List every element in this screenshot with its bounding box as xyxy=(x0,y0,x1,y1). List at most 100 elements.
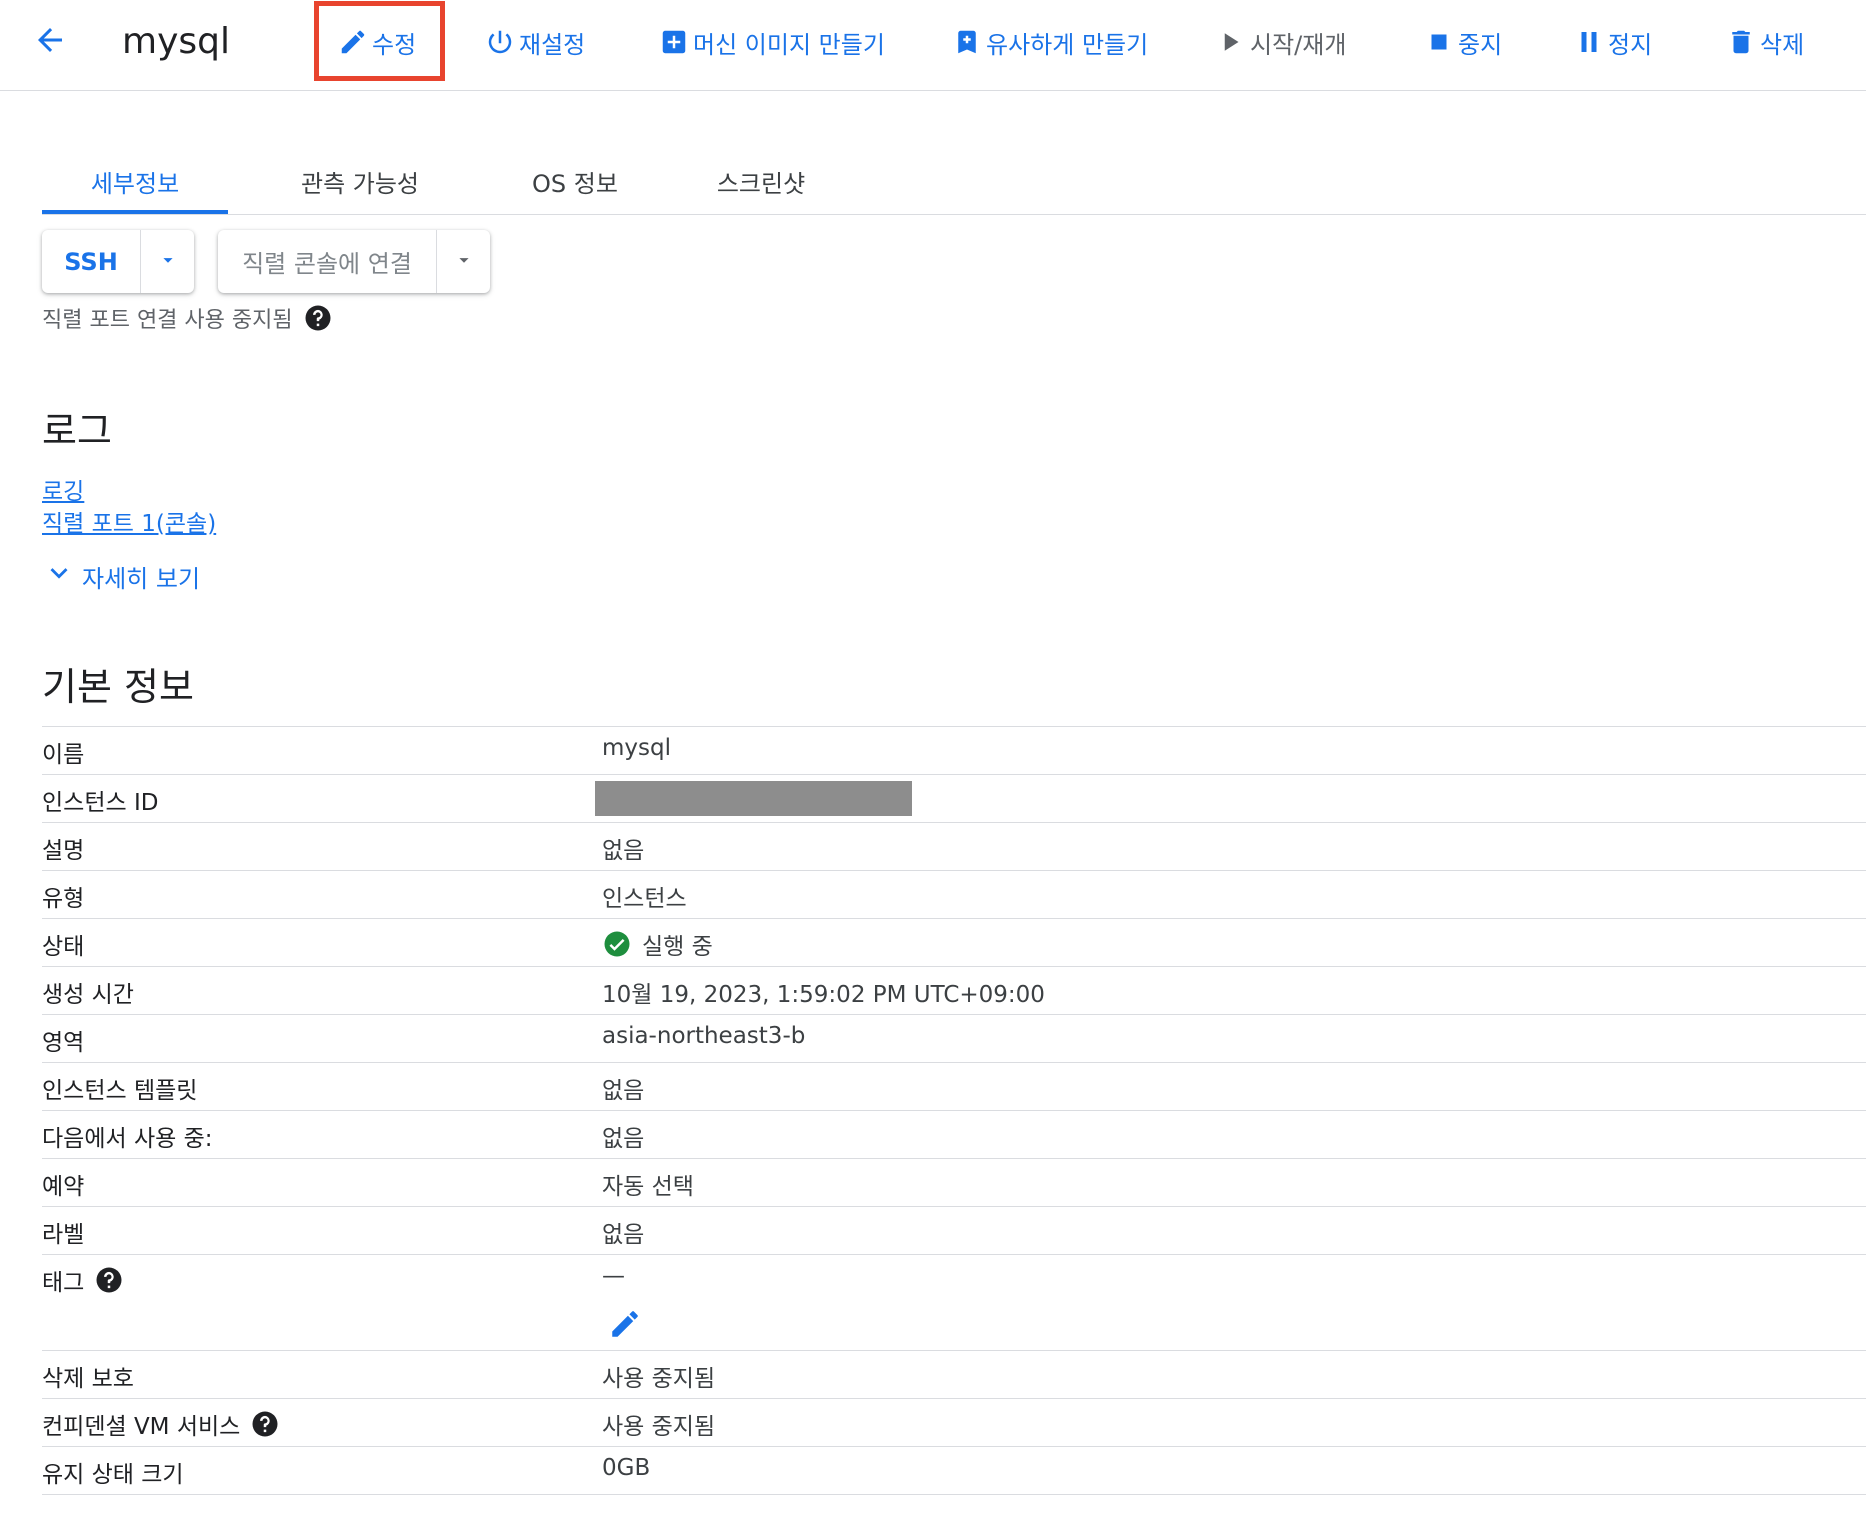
row-value: 10월 19, 2023, 1:59:02 PM UTC+09:00 xyxy=(602,982,1045,1008)
page-title: mysql xyxy=(122,21,230,62)
back-button[interactable] xyxy=(30,22,70,62)
tags-label: 태그 xyxy=(42,1263,124,1297)
row-label: 인스턴스 템플릿 xyxy=(42,1078,198,1104)
delete-button[interactable]: 삭제 xyxy=(1726,18,1804,66)
edit-tags-pencil-icon[interactable] xyxy=(608,1307,642,1341)
stop-button-label: 중지 xyxy=(1458,30,1503,59)
pause-icon xyxy=(1574,27,1604,57)
row-label: 영역 xyxy=(42,1030,85,1056)
tab-screenshot[interactable]: 스크린샷 xyxy=(676,150,846,212)
redacted-instance-id xyxy=(595,781,912,816)
create-machine-image-button[interactable]: 머신 이미지 만들기 xyxy=(659,18,885,66)
row-label: 컨피덴셜 VM 서비스 xyxy=(42,1414,241,1440)
ssh-dropdown[interactable] xyxy=(140,230,194,293)
tab-observability[interactable]: 관측 가능성 xyxy=(262,150,458,212)
row-label: 생성 시간 xyxy=(42,982,134,1008)
table-row: 컨피덴셜 VM 서비스 사용 중지됨 xyxy=(42,1399,1866,1447)
row-label: 태그 xyxy=(42,1270,85,1296)
table-row: 유형 인스턴스 xyxy=(42,871,1866,919)
basic-info-heading: 기본 정보 xyxy=(42,665,194,709)
table-row: 인스턴스 템플릿 없음 xyxy=(42,1063,1866,1111)
table-row: 이름 mysql xyxy=(42,727,1866,775)
stop-icon xyxy=(1424,27,1454,57)
check-circle-icon xyxy=(602,929,632,959)
table-row: 유지 상태 크기 0GB xyxy=(42,1447,1866,1495)
arrow-back-icon xyxy=(32,22,68,62)
table-row: 상태 실행 중 xyxy=(42,919,1866,967)
show-more-label: 자세히 보기 xyxy=(82,564,201,593)
help-icon[interactable] xyxy=(94,1265,124,1295)
create-machine-image-label: 머신 이미지 만들기 xyxy=(693,30,885,59)
status-value: 실행 중 xyxy=(602,927,713,961)
caret-down-icon xyxy=(453,249,475,275)
ssh-button[interactable]: SSH xyxy=(42,230,140,293)
logging-link[interactable]: 로깅 xyxy=(42,472,84,506)
row-value: 없음 xyxy=(602,1078,645,1104)
row-value: asia-northeast3-b xyxy=(602,1023,806,1049)
row-value: 없음 xyxy=(602,1222,645,1248)
row-label: 라벨 xyxy=(42,1222,85,1248)
help-icon[interactable] xyxy=(250,1409,280,1439)
row-label: 다음에서 사용 중: xyxy=(42,1126,213,1152)
stop-button[interactable]: 중지 xyxy=(1424,18,1502,66)
basic-info-table: 이름 mysql 인스턴스 ID 설명 없음 유형 인스턴스 상태 실행 중 생… xyxy=(42,726,1866,1495)
pencil-icon xyxy=(338,27,368,57)
table-row: 생성 시간 10월 19, 2023, 1:59:02 PM UTC+09:00 xyxy=(42,967,1866,1015)
row-label: 유형 xyxy=(42,886,85,912)
serial-console-button[interactable]: 직렬 콘솔에 연결 xyxy=(218,230,436,293)
help-icon[interactable] xyxy=(303,303,333,333)
serial-port-note-text: 직렬 포트 연결 사용 중지됨 xyxy=(42,308,293,333)
tab-details[interactable]: 세부정보 xyxy=(42,150,228,214)
table-row: 태그 — xyxy=(42,1255,1866,1351)
reset-button[interactable]: 재설정 xyxy=(485,18,585,66)
row-label: 설명 xyxy=(42,838,85,864)
table-row: 삭제 보호 사용 중지됨 xyxy=(42,1351,1866,1399)
row-value: 없음 xyxy=(602,838,645,864)
reset-button-label: 재설정 xyxy=(519,30,586,59)
power-icon xyxy=(485,27,515,57)
table-row: 영역 asia-northeast3-b xyxy=(42,1015,1866,1063)
edit-button[interactable]: 수정 xyxy=(338,18,416,66)
table-row: 라벨 없음 xyxy=(42,1207,1866,1255)
create-similar-label: 유사하게 만들기 xyxy=(986,30,1149,59)
play-icon xyxy=(1216,27,1246,57)
serial-port-1-link[interactable]: 직렬 포트 1(콘솔) xyxy=(42,504,216,538)
ssh-split-button: SSH xyxy=(42,230,194,293)
row-value: 사용 중지됨 xyxy=(602,1366,716,1392)
row-label: 예약 xyxy=(42,1174,85,1200)
row-value: 인스턴스 xyxy=(602,886,687,912)
row-label: 삭제 보호 xyxy=(42,1366,134,1392)
start-resume-label: 시작/재개 xyxy=(1250,30,1347,59)
edit-button-label: 수정 xyxy=(372,30,417,59)
tab-os-info[interactable]: OS 정보 xyxy=(482,150,668,212)
caret-down-icon xyxy=(157,249,179,275)
serial-port-note: 직렬 포트 연결 사용 중지됨 xyxy=(42,302,333,334)
row-label: 이름 xyxy=(42,742,85,768)
row-value: 없음 xyxy=(602,1126,645,1152)
add-document-icon xyxy=(952,27,982,57)
table-row: 인스턴스 ID xyxy=(42,775,1866,823)
row-value: 0GB xyxy=(602,1455,651,1481)
row-value: 자동 선택 xyxy=(602,1174,694,1200)
table-row: 설명 없음 xyxy=(42,823,1866,871)
suspend-button[interactable]: 정지 xyxy=(1574,18,1652,66)
row-label: 인스턴스 ID xyxy=(42,790,159,816)
chevron-down-icon xyxy=(42,556,82,596)
confidential-vm-label: 컨피덴셜 VM 서비스 xyxy=(42,1407,280,1441)
action-toolbar: mysql 수정 재설정 머신 이미지 만들기 유사하게 만들기 시작/재개 중… xyxy=(0,0,1866,91)
delete-button-label: 삭제 xyxy=(1760,30,1805,59)
row-value: — xyxy=(602,1263,625,1289)
table-row: 다음에서 사용 중: 없음 xyxy=(42,1111,1866,1159)
trash-icon xyxy=(1726,27,1756,57)
show-more-button[interactable]: 자세히 보기 xyxy=(42,556,200,596)
row-value: 사용 중지됨 xyxy=(602,1414,716,1440)
row-label: 유지 상태 크기 xyxy=(42,1462,184,1488)
row-label: 상태 xyxy=(42,934,85,960)
row-value: mysql xyxy=(602,735,671,761)
start-resume-button[interactable]: 시작/재개 xyxy=(1216,18,1346,66)
suspend-button-label: 정지 xyxy=(1608,30,1653,59)
table-row: 예약 자동 선택 xyxy=(42,1159,1866,1207)
create-similar-button[interactable]: 유사하게 만들기 xyxy=(952,18,1148,66)
add-box-icon xyxy=(659,27,689,57)
serial-console-dropdown[interactable] xyxy=(436,230,490,293)
